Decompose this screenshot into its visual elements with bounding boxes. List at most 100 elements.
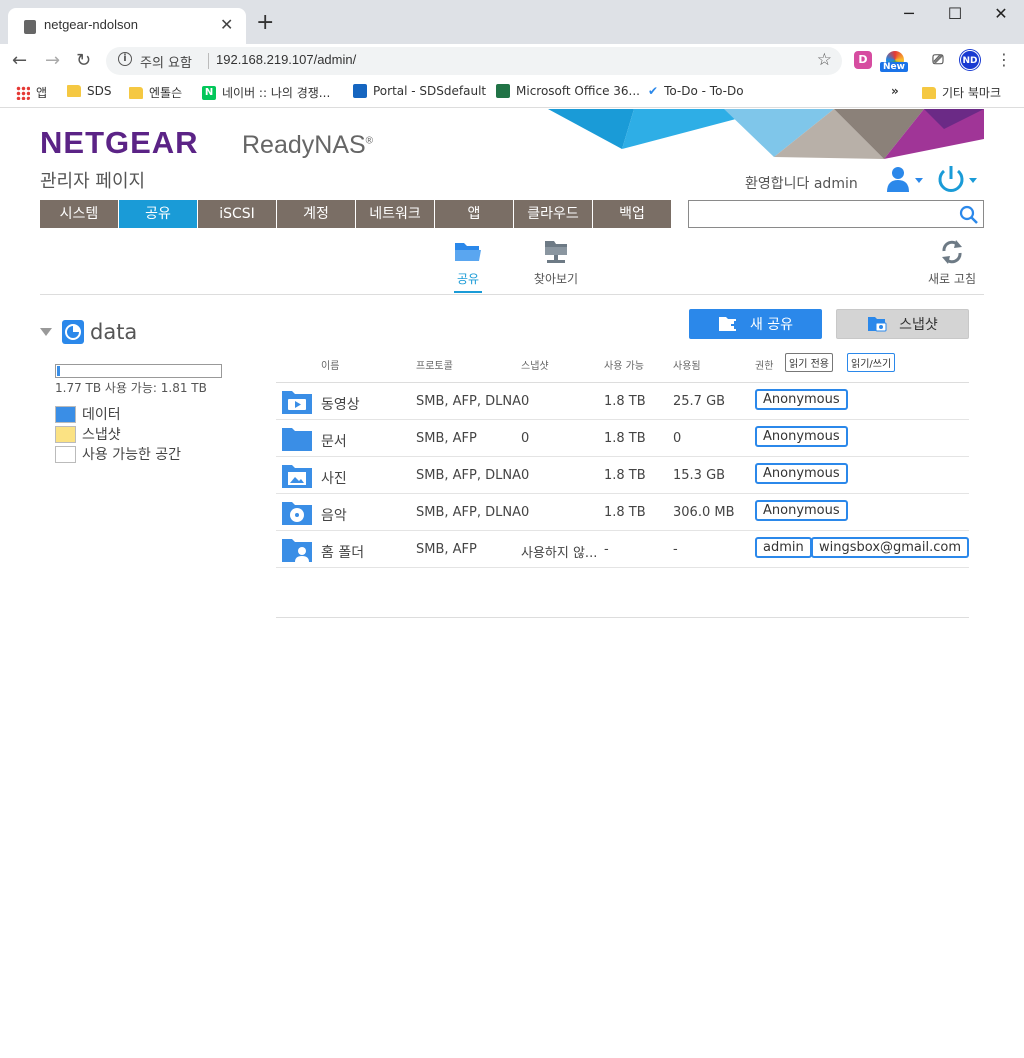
- share-protocol: SMB, AFP, DLNA: [416, 468, 521, 483]
- nav-backup[interactable]: 백업: [593, 200, 672, 228]
- tab-title: netgear-ndolson: [44, 17, 138, 32]
- tab-label: 공유: [456, 272, 480, 286]
- nav-iscsi[interactable]: iSCSI: [198, 200, 277, 228]
- new-tab-icon[interactable]: +: [256, 12, 274, 34]
- nav-shares[interactable]: 공유: [119, 200, 198, 228]
- snapshot-button[interactable]: 스냅샷: [836, 309, 969, 339]
- permission-pill[interactable]: Anonymous: [755, 389, 848, 410]
- power-menu[interactable]: [936, 164, 984, 198]
- share-used: 306.0 MB: [673, 505, 735, 520]
- legend-swatch: [55, 425, 76, 443]
- share-snapshot: 0: [521, 431, 530, 446]
- menu-kebab-icon[interactable]: ⋮: [996, 50, 1012, 69]
- legend-label: 스냅샷: [82, 427, 121, 443]
- bookmark-sds[interactable]: SDS: [67, 84, 111, 98]
- bookmark-other[interactable]: 기타 북마크: [922, 84, 1001, 101]
- url-text[interactable]: 192.168.219.107/admin/: [216, 52, 356, 67]
- col-protocol[interactable]: 프로토콜: [416, 357, 453, 372]
- col-used[interactable]: 사용됨: [673, 357, 701, 372]
- profile-avatar[interactable]: ND: [960, 50, 980, 70]
- usage-fill: [57, 366, 61, 376]
- browse-folder-icon: [545, 241, 567, 263]
- browser-tab[interactable]: netgear-ndolson ✕: [8, 8, 246, 44]
- address-bar[interactable]: i 주의 요함 192.168.219.107/admin/ ☆: [106, 47, 842, 75]
- registered-mark: ®: [365, 135, 374, 147]
- refresh-button[interactable]: 새로 고침: [928, 239, 976, 287]
- tab-label: 찾아보기: [533, 272, 579, 286]
- tab-browse[interactable]: 찾아보기: [530, 239, 582, 287]
- nav-system[interactable]: 시스템: [40, 200, 119, 228]
- share-used: -: [673, 542, 678, 557]
- permission-pill[interactable]: Anonymous: [755, 426, 848, 447]
- bookmark-entolson[interactable]: 엔톨슨: [129, 84, 182, 101]
- bookmark-overflow[interactable]: »: [891, 84, 899, 98]
- bookmark-star-icon[interactable]: ☆: [817, 50, 832, 70]
- bookmark-label: SDS: [87, 84, 112, 98]
- volume-name: data: [90, 320, 138, 344]
- permission-pill[interactable]: Anonymous: [755, 500, 848, 521]
- share-available: 1.8 TB: [604, 394, 646, 409]
- share-available: 1.8 TB: [604, 468, 646, 483]
- read-write-legend: 읽기/쓰기: [847, 353, 896, 372]
- folder-icon: [282, 428, 312, 451]
- welcome-text: 환영합니다 admin: [745, 176, 858, 192]
- bookmark-office[interactable]: Microsoft Office 36...: [496, 84, 640, 98]
- nav-cloud[interactable]: 클라우드: [514, 200, 593, 228]
- extension-d-icon[interactable]: D: [854, 51, 872, 69]
- nav-accounts[interactable]: 계정: [277, 200, 356, 228]
- bookmark-apps[interactable]: 앱: [16, 84, 47, 101]
- col-permission: 권한: [755, 361, 774, 372]
- forward-icon[interactable]: →: [45, 50, 60, 71]
- table-row[interactable]: 홈 폴더 SMB, AFP 사용하지 않... - - admin wingsb…: [276, 531, 970, 568]
- cast-icon[interactable]: ⎚: [929, 51, 947, 69]
- security-warning[interactable]: 주의 요함: [140, 52, 192, 71]
- search-icon[interactable]: [959, 205, 979, 225]
- permission-pill[interactable]: wingsbox@gmail.com: [811, 537, 970, 558]
- permission-pill[interactable]: admin: [755, 537, 812, 558]
- tab-shares[interactable]: 공유: [448, 239, 488, 293]
- new-badge: New: [880, 62, 908, 72]
- col-snapshot[interactable]: 스냅샷: [521, 357, 549, 372]
- minimize-icon[interactable]: ─: [886, 4, 932, 23]
- search-input[interactable]: [688, 200, 984, 228]
- bookmark-naver[interactable]: N 네이버 :: 나의 경쟁...: [202, 84, 330, 101]
- permission-pill[interactable]: Anonymous: [755, 463, 848, 484]
- table-row[interactable]: 음악 SMB, AFP, DLNA 0 1.8 TB 306.0 MB Anon…: [276, 494, 969, 531]
- add-folder-icon: [718, 317, 739, 331]
- volume-header[interactable]: data: [40, 320, 137, 344]
- share-snapshot: 0: [521, 468, 530, 483]
- user-icon[interactable]: [884, 164, 928, 194]
- info-icon[interactable]: i: [118, 52, 132, 66]
- back-icon[interactable]: ←: [12, 50, 27, 71]
- snapshot-icon: [868, 317, 887, 332]
- legend-free: 사용 가능한 공간: [55, 444, 181, 464]
- share-snapshot: 0: [521, 394, 530, 409]
- new-share-button[interactable]: 새 공유: [689, 309, 822, 339]
- tab-close-icon[interactable]: ✕: [220, 15, 233, 34]
- bookmark-portal[interactable]: Portal - SDSdefault: [353, 84, 486, 98]
- table-row[interactable]: 문서 SMB, AFP 0 1.8 TB 0 Anonymous: [276, 420, 969, 457]
- bookmark-todo[interactable]: ✔ To-Do - To-Do: [648, 84, 744, 98]
- user-menu[interactable]: [884, 164, 928, 198]
- table-row[interactable]: 사진 SMB, AFP, DLNA 0 1.8 TB 15.3 GB Anony…: [276, 457, 969, 494]
- share-protocol: SMB, AFP: [416, 431, 477, 446]
- check-icon: ✔: [648, 84, 659, 98]
- maximize-icon[interactable]: ☐: [932, 4, 978, 23]
- reload-icon[interactable]: ↻: [76, 50, 91, 71]
- address-divider: [208, 53, 209, 69]
- nav-network[interactable]: 네트워크: [356, 200, 435, 228]
- power-icon[interactable]: [936, 164, 984, 194]
- share-used: 15.3 GB: [673, 468, 726, 483]
- col-available[interactable]: 사용 가능: [604, 357, 644, 372]
- table-row[interactable]: 동영상 SMB, AFP, DLNA 0 1.8 TB 25.7 GB Anon…: [276, 383, 969, 420]
- volume-usage-text: 1.77 TB 사용 가능: 1.81 TB: [55, 381, 207, 395]
- nav-apps[interactable]: 앱: [435, 200, 514, 228]
- window-close-icon[interactable]: ✕: [978, 4, 1024, 23]
- usage-legend: 데이터 스냅샷 사용 가능한 공간: [55, 404, 181, 464]
- collapse-caret-icon[interactable]: [40, 328, 52, 336]
- netgear-logo: NETGEAR: [40, 125, 199, 160]
- bookmark-label: 앱: [36, 86, 48, 100]
- product-name: ReadyNAS®: [242, 131, 373, 160]
- col-name[interactable]: 이름: [321, 357, 339, 372]
- main-nav: 시스템 공유 iSCSI 계정 네트워크 앱 클라우드 백업: [40, 200, 984, 228]
